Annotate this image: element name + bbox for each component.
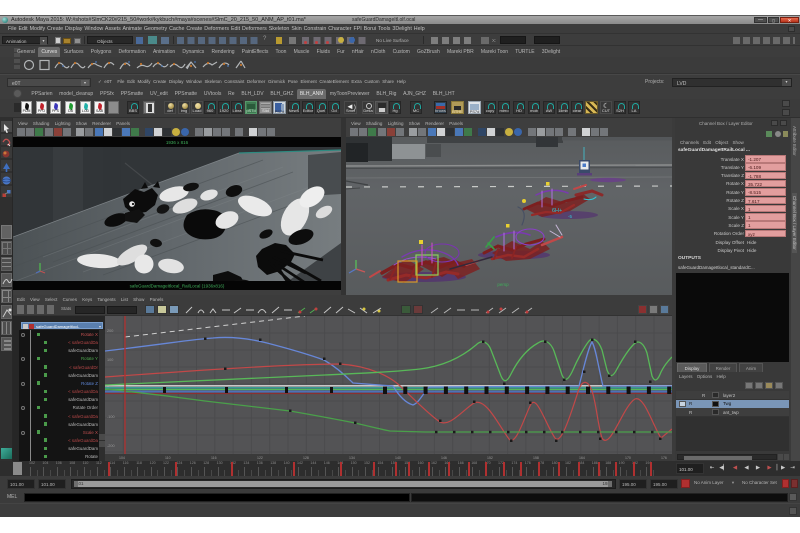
- svg-text:104: 104: [119, 456, 125, 460]
- svg-text:134: 134: [349, 456, 355, 460]
- svg-text:158: 158: [533, 456, 539, 460]
- svg-text:152: 152: [487, 456, 493, 460]
- svg-text:1936 x 816: 1936 x 816: [166, 140, 189, 145]
- svg-text:170: 170: [625, 456, 631, 460]
- svg-text:110: 110: [165, 456, 171, 460]
- svg-text:128: 128: [303, 456, 309, 460]
- svg-text:146: 146: [441, 456, 447, 460]
- svg-text:164: 164: [579, 456, 585, 460]
- svg-text:176: 176: [661, 456, 667, 460]
- svg-text:116: 116: [211, 456, 217, 460]
- svg-text:122: 122: [257, 456, 263, 460]
- svg-text:persp: persp: [497, 282, 509, 287]
- svg-text:-5: -5: [568, 214, 572, 219]
- svg-text:-200: -200: [107, 444, 115, 448]
- svg-text:safeGuardDamageItlocal_RailLoc: safeGuardDamageItlocal_RailLocal (1936x8…: [130, 284, 225, 289]
- svg-text:140: 140: [395, 456, 401, 460]
- svg-text:-100: -100: [107, 415, 115, 419]
- svg-text:200: 200: [107, 329, 113, 333]
- svg-text:100: 100: [107, 358, 113, 362]
- svg-text:6H+: 6H+: [552, 208, 562, 214]
